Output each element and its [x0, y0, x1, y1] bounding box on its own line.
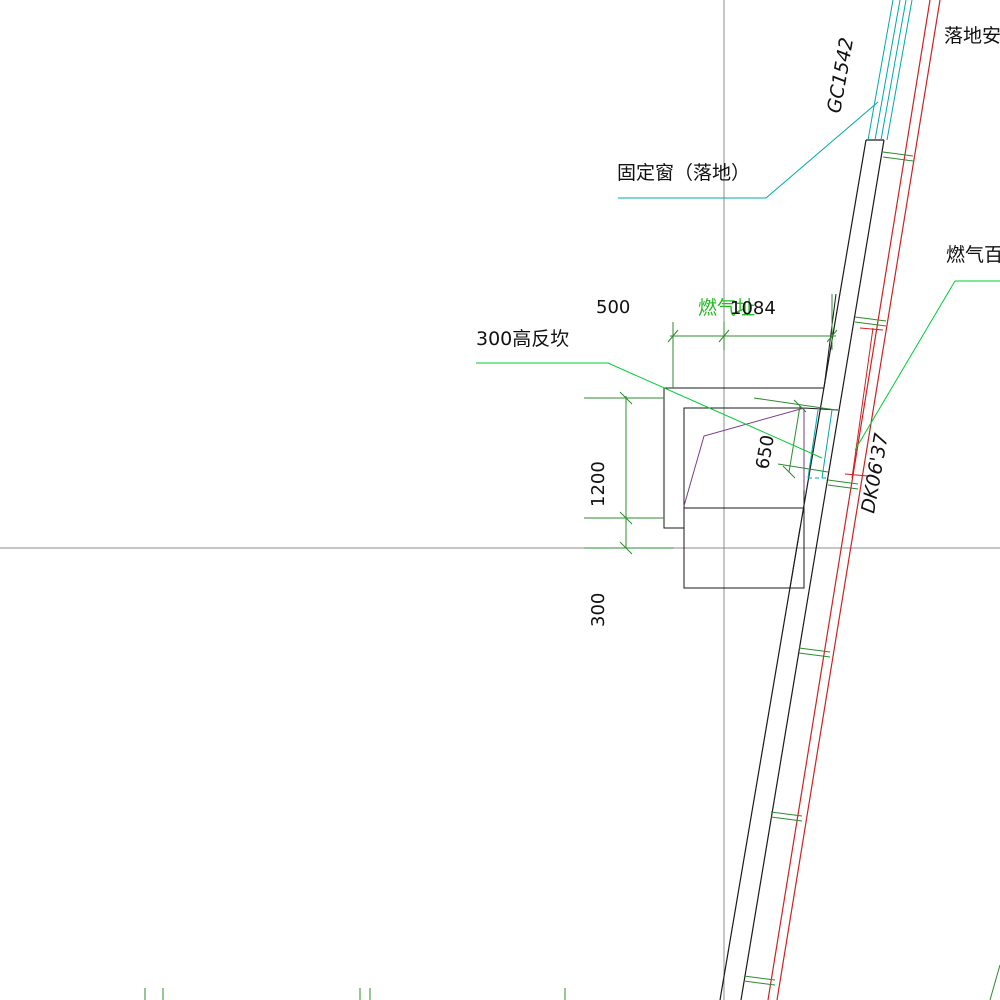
- label-curb: 300高反坎: [476, 328, 569, 350]
- tick-2: [854, 316, 887, 327]
- wall-line-inner: [740, 139, 885, 1000]
- label-top-right: 落地安: [944, 25, 1000, 47]
- room-outer-boundary: [663, 293, 837, 529]
- gas-louver-leader: [854, 280, 1000, 451]
- room-outline: [663, 293, 839, 589]
- tick-1: [882, 151, 914, 162]
- lower-slant: [789, 527, 801, 589]
- dim-650-tick-bot: [782, 465, 796, 479]
- label-dim-1084: 1084: [730, 298, 776, 319]
- slanted-wall: [719, 139, 885, 1000]
- wall-tick-marks: [743, 151, 914, 986]
- door-detail-cyan: [807, 409, 833, 479]
- label-dim-1200: 1200: [588, 461, 609, 507]
- label-dim-500: 500: [596, 297, 630, 318]
- exterior-red-lines: [767, 0, 941, 1000]
- gas-pipe: [683, 407, 805, 507]
- label-dim-300: 300: [588, 593, 609, 627]
- window-line-2: [874, 0, 901, 141]
- leader-lines: [476, 101, 1000, 459]
- label-fixed-window: 固定窗（落地）: [617, 162, 750, 184]
- window-line-4: [886, 0, 913, 141]
- red-line-a: [767, 0, 931, 1000]
- bottom-marks: [144, 964, 1000, 1000]
- cyan-door-line-1: [807, 409, 819, 479]
- label-window-code: GC1542: [823, 36, 858, 115]
- axis-lines: [0, 0, 1000, 1000]
- dim-650-baseline: [788, 405, 801, 473]
- label-dim-650: 650: [752, 433, 779, 470]
- label-gas-louver: 燃气百: [946, 244, 1000, 266]
- window-line-3: [880, 0, 907, 141]
- window-line-1: [867, 0, 894, 141]
- tick-3: [827, 479, 859, 490]
- jamb-top: [859, 327, 884, 331]
- cyan-door-line-2: [821, 409, 833, 479]
- window-lines-cyan: [867, 0, 913, 141]
- dimension-lines: [584, 294, 838, 555]
- cad-drawing: 落地安 GC1542 固定窗（落地） 燃气百 燃气址 500 1084 300高…: [0, 0, 1000, 1000]
